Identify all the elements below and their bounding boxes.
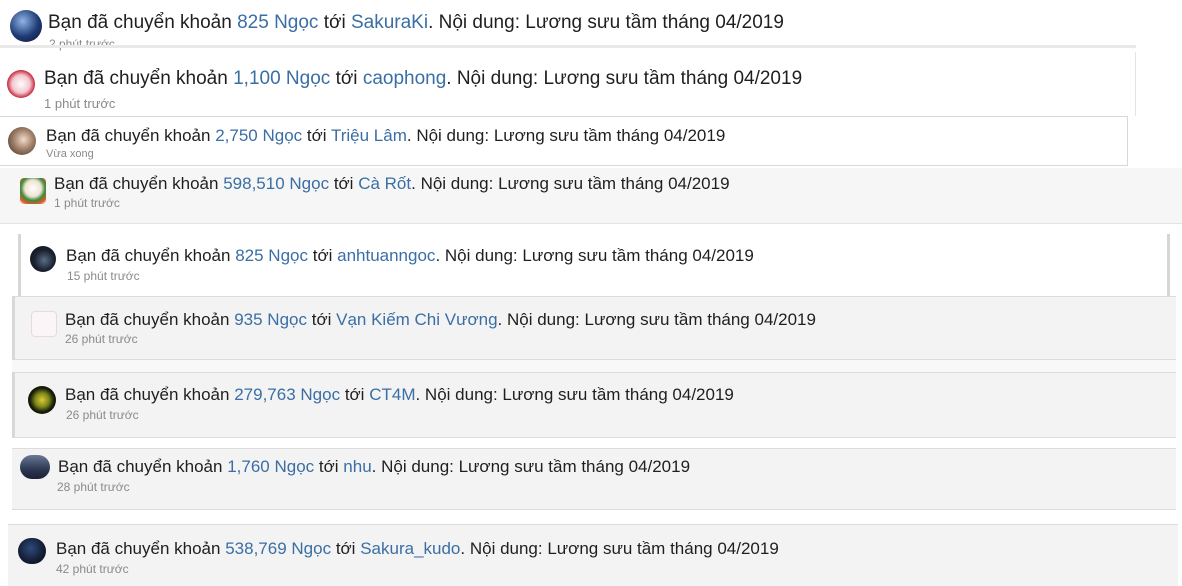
notification-text: Bạn đã chuyển khoản 1,760 Ngọc tới nhu. … bbox=[58, 457, 691, 476]
recipient-link[interactable]: Sakura_kudo bbox=[360, 539, 460, 558]
avatar-icon bbox=[31, 311, 57, 337]
amount-link[interactable]: 538,769 Ngọc bbox=[225, 539, 331, 558]
recipient-link[interactable]: SakuraKi bbox=[351, 12, 428, 33]
timestamp: 28 phút trước bbox=[57, 480, 130, 494]
avatar-icon bbox=[8, 127, 36, 155]
recipient-link[interactable]: Vạn Kiếm Chi Vương bbox=[336, 310, 497, 329]
notification-item[interactable]: Bạn đã chuyển khoản 538,769 Ngọc tới Sak… bbox=[8, 524, 1178, 586]
avatar-icon bbox=[18, 538, 46, 564]
notification-text: Bạn đã chuyển khoản 935 Ngọc tới Vạn Kiế… bbox=[65, 310, 816, 329]
timestamp: 42 phút trước bbox=[56, 562, 129, 576]
notification-item[interactable]: Bạn đã chuyển khoản 279,763 Ngọc tới CT4… bbox=[12, 372, 1176, 438]
notification-item[interactable]: Bạn đã chuyển khoản 825 Ngọc tới anhtuan… bbox=[18, 234, 1170, 296]
amount-link[interactable]: 935 Ngọc bbox=[234, 310, 307, 329]
timestamp: 26 phút trước bbox=[66, 408, 139, 422]
recipient-link[interactable]: anhtuanngoc bbox=[337, 246, 435, 265]
timestamp: 1 phút trước bbox=[44, 96, 116, 111]
recipient-link[interactable]: nhu bbox=[343, 457, 371, 476]
amount-link[interactable]: 1,100 Ngọc bbox=[233, 68, 330, 89]
notification-text: Bạn đã chuyển khoản 279,763 Ngọc tới CT4… bbox=[65, 385, 734, 404]
notification-item[interactable]: Bạn đã chuyển khoản 825 Ngọc tới SakuraK… bbox=[0, 0, 1136, 51]
avatar-icon bbox=[28, 386, 56, 414]
avatar-icon bbox=[7, 70, 35, 98]
recipient-link[interactable]: caophong bbox=[363, 68, 446, 89]
amount-link[interactable]: 825 Ngọc bbox=[235, 246, 308, 265]
timestamp: 1 phút trước bbox=[54, 196, 120, 210]
timestamp: 15 phút trước bbox=[67, 269, 140, 283]
notification-item[interactable]: Bạn đã chuyển khoản 1,100 Ngọc tới caoph… bbox=[0, 52, 1136, 116]
recipient-link[interactable]: Triệu Lâm bbox=[331, 126, 407, 145]
amount-link[interactable]: 279,763 Ngọc bbox=[234, 385, 340, 404]
notification-text: Bạn đã chuyển khoản 1,100 Ngọc tới caoph… bbox=[44, 68, 803, 89]
amount-link[interactable]: 598,510 Ngọc bbox=[223, 174, 329, 193]
notification-text: Bạn đã chuyển khoản 538,769 Ngọc tới Sak… bbox=[56, 539, 779, 558]
notification-text: Bạn đã chuyển khoản 598,510 Ngọc tới Cà … bbox=[54, 174, 730, 193]
notification-item[interactable]: Bạn đã chuyển khoản 935 Ngọc tới Vạn Kiế… bbox=[12, 296, 1176, 360]
notification-item[interactable]: Bạn đã chuyển khoản 1,760 Ngọc tới nhu. … bbox=[12, 448, 1176, 510]
notification-text: Bạn đã chuyển khoản 825 Ngọc tới anhtuan… bbox=[66, 246, 754, 265]
recipient-link[interactable]: CT4M bbox=[369, 385, 415, 404]
timestamp: 26 phút trước bbox=[65, 332, 138, 346]
notification-item[interactable]: Bạn đã chuyển khoản 2,750 Ngọc tới Triệu… bbox=[0, 116, 1128, 166]
timestamp: Vừa xong bbox=[46, 148, 94, 160]
avatar-icon bbox=[30, 246, 56, 272]
notification-item[interactable]: Bạn đã chuyển khoản 598,510 Ngọc tới Cà … bbox=[0, 168, 1182, 224]
amount-link[interactable]: 2,750 Ngọc bbox=[215, 126, 302, 145]
avatar-icon bbox=[10, 10, 42, 42]
amount-link[interactable]: 1,760 Ngọc bbox=[227, 457, 314, 476]
avatar-icon bbox=[20, 178, 46, 204]
amount-link[interactable]: 825 Ngọc bbox=[237, 12, 318, 33]
notification-text: Bạn đã chuyển khoản 825 Ngọc tới SakuraK… bbox=[48, 12, 784, 33]
avatar-icon bbox=[20, 455, 50, 479]
recipient-link[interactable]: Cà Rốt bbox=[358, 174, 411, 193]
notification-text: Bạn đã chuyển khoản 2,750 Ngọc tới Triệu… bbox=[46, 126, 726, 145]
